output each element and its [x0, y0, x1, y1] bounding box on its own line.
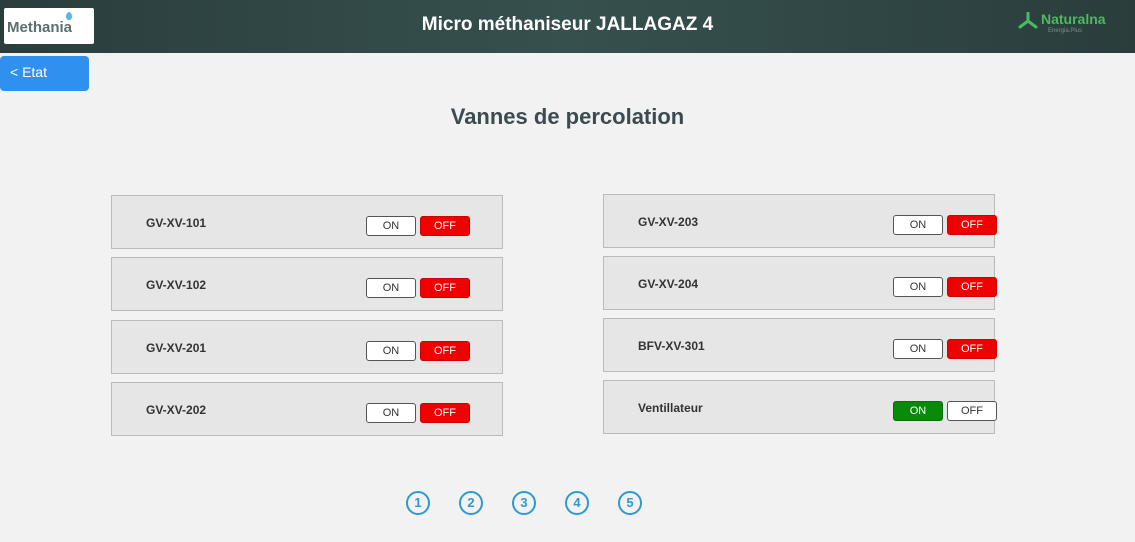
valve-label: Ventillateur — [638, 401, 703, 415]
leaf-icon — [1018, 12, 1038, 29]
off-button[interactable]: OFF — [947, 277, 997, 297]
naturalna-logo-text: Naturalna — [1041, 11, 1106, 27]
off-button[interactable]: OFF — [947, 215, 997, 235]
on-off-toggle: ON OFF — [366, 278, 472, 298]
off-button[interactable]: OFF — [420, 216, 470, 236]
valve-panel: BFV-XV-301 ON OFF — [603, 318, 997, 372]
on-button[interactable]: ON — [366, 341, 416, 361]
valve-panel: GV-XV-202 ON OFF — [111, 382, 503, 436]
valve-panel: GV-XV-203 ON OFF — [603, 194, 997, 248]
valve-panel: GV-XV-204 ON OFF — [603, 256, 997, 310]
on-off-toggle: ON OFF — [893, 277, 999, 297]
valve-label: GV-XV-102 — [146, 278, 207, 292]
off-button[interactable]: OFF — [420, 403, 470, 423]
valve-panel: GV-XV-102 ON OFF — [111, 257, 503, 311]
off-button[interactable]: OFF — [420, 341, 470, 361]
valve-panel: GV-XV-101 ON OFF — [111, 195, 503, 249]
on-button[interactable]: ON — [893, 401, 943, 421]
page-button-5[interactable]: 5 — [618, 491, 642, 515]
back-to-etat-button[interactable]: < Etat — [0, 56, 89, 91]
on-button[interactable]: ON — [893, 215, 943, 235]
on-button[interactable]: ON — [366, 216, 416, 236]
valve-label: GV-XV-201 — [146, 341, 207, 355]
naturalna-logo-subtext: Energia.Plus — [1048, 28, 1083, 34]
on-off-toggle: ON OFF — [366, 341, 472, 361]
valve-panel: Ventillateur ON OFF — [603, 380, 997, 434]
valve-label: GV-XV-202 — [146, 403, 207, 417]
valve-label: GV-XV-101 — [146, 216, 207, 230]
on-off-toggle: ON OFF — [893, 401, 999, 421]
valve-label: GV-XV-204 — [638, 277, 699, 291]
on-button[interactable]: ON — [366, 403, 416, 423]
header-bar: Methania Micro méthaniseur JALLAGAZ 4 Na… — [0, 0, 1135, 53]
on-button[interactable]: ON — [893, 339, 943, 359]
page-button-3[interactable]: 3 — [512, 491, 536, 515]
page-button-4[interactable]: 4 — [565, 491, 589, 515]
on-button[interactable]: ON — [366, 278, 416, 298]
page-button-1[interactable]: 1 — [406, 491, 430, 515]
on-off-toggle: ON OFF — [893, 339, 999, 359]
page-button-2[interactable]: 2 — [459, 491, 483, 515]
valve-panel: GV-XV-201 ON OFF — [111, 320, 503, 374]
on-off-toggle: ON OFF — [366, 216, 472, 236]
page-title: Vannes de percolation — [450, 104, 685, 129]
valve-label: GV-XV-203 — [638, 215, 699, 229]
on-off-toggle: ON OFF — [893, 215, 999, 235]
naturalna-logo: Naturalna Energia.Plus — [1018, 10, 1130, 42]
on-off-toggle: ON OFF — [366, 403, 472, 423]
off-button[interactable]: OFF — [947, 401, 997, 421]
app-title: Micro méthaniseur JALLAGAZ 4 — [421, 14, 714, 35]
on-button[interactable]: ON — [893, 277, 943, 297]
off-button[interactable]: OFF — [947, 339, 997, 359]
off-button[interactable]: OFF — [420, 278, 470, 298]
valve-label: BFV-XV-301 — [638, 339, 705, 353]
